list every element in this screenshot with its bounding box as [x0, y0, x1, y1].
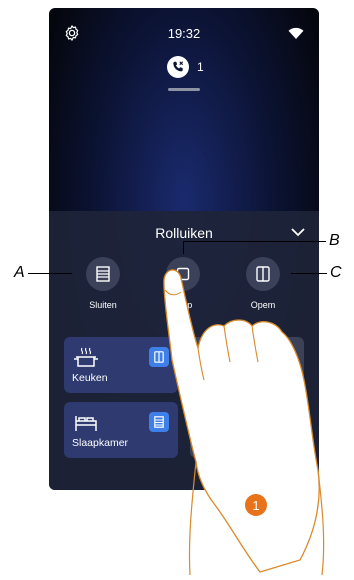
shutter-open-icon: [154, 351, 164, 363]
chevron-down-icon[interactable]: [291, 227, 305, 237]
open-control: Opem: [233, 257, 293, 310]
shutter-open-icon: [256, 266, 270, 282]
close-control: Sluiten: [73, 257, 133, 310]
room-label: Slaapkamer: [72, 437, 129, 449]
open-label: Opem: [250, 300, 276, 310]
room-tile-keuken[interactable]: Keuken: [64, 337, 178, 393]
callout-label-a: A: [14, 264, 25, 281]
sofa-icon: [201, 349, 223, 366]
room-shutter-toggle[interactable]: [149, 347, 169, 367]
callout-line-b-drop: [183, 241, 184, 254]
room-icon: [202, 415, 222, 431]
stop-icon: [176, 267, 190, 281]
shutter-closed-icon: [154, 416, 164, 428]
close-label: Sluiten: [89, 300, 117, 310]
shutter-closed-icon: [280, 416, 290, 428]
room-tile-leefruimte[interactable]: Leefruimte: [190, 337, 304, 393]
open-shutter-button[interactable]: [246, 257, 280, 291]
room-label: Leefruimte: [198, 372, 248, 384]
room-shutter-toggle[interactable]: [275, 347, 295, 367]
missed-call-count: 1: [197, 60, 204, 74]
missed-calls-indicator[interactable]: 1: [167, 56, 204, 78]
missed-call-icon: [167, 56, 189, 78]
callout-line-c: [291, 273, 327, 274]
shutter-closed-icon: [96, 266, 110, 282]
panel-title: Rolluiken: [155, 225, 213, 241]
callout-line-b: [183, 241, 326, 242]
clock: 19:32: [167, 26, 201, 41]
callout-line-a: [28, 273, 72, 274]
room-tile-kamer[interactable]: kamer: [190, 402, 304, 458]
phone-screen: 19:32 1 Rolluiken Sluiten Stop Opem Keuk…: [49, 8, 319, 490]
drawer-handle[interactable]: [168, 88, 200, 91]
stop-shutter-button[interactable]: [166, 257, 200, 291]
wifi-icon: [288, 27, 304, 39]
room-shutter-toggle[interactable]: [149, 412, 169, 432]
step-number-badge: 1: [245, 494, 267, 516]
room-label: kamer: [220, 437, 250, 449]
shutter-open-icon: [280, 351, 290, 363]
room-shutter-toggle[interactable]: [275, 412, 295, 432]
callout-label-c: C: [330, 264, 342, 281]
stop-control: Stop: [153, 257, 213, 310]
room-label: Keuken: [72, 372, 108, 384]
pot-icon: [74, 347, 98, 367]
bed-icon: [75, 416, 97, 431]
shutters-panel: Rolluiken Sluiten Stop Opem Keuken Leefr…: [49, 211, 319, 490]
room-tile-slaapkamer[interactable]: Slaapkamer: [64, 402, 178, 458]
status-bar: 19:32: [49, 8, 319, 52]
stop-label: Stop: [173, 300, 193, 310]
close-shutter-button[interactable]: [86, 257, 120, 291]
callout-label-b: B: [329, 232, 340, 249]
